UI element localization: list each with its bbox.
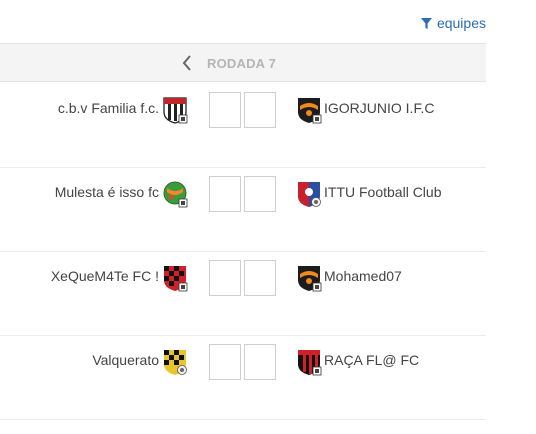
home-score-input[interactable] — [209, 92, 241, 128]
home-team-name: XeQueM4Te FC ! — [50, 268, 159, 284]
black-orange-shield-badge-icon — [296, 96, 322, 124]
match-row: Valquerato RAÇA FL@ FC — [0, 336, 486, 420]
round-title: RODADA 7 — [207, 56, 277, 71]
previous-round-button[interactable] — [180, 54, 194, 72]
away-score-input[interactable] — [244, 260, 276, 296]
home-score-input[interactable] — [209, 176, 241, 212]
filter-icon — [420, 17, 432, 29]
chevron-left-icon — [182, 55, 191, 71]
teams-filter-label: equipes — [436, 15, 486, 31]
striped-shield-badge-icon — [162, 96, 188, 124]
row-divider — [0, 419, 486, 420]
home-score-input[interactable] — [209, 260, 241, 296]
away-team-name: IGORJUNIO I.F.C — [324, 100, 435, 116]
match-row: XeQueM4Te FC ! Mohamed07 — [0, 252, 486, 336]
black-orange-shield-badge-icon — [296, 264, 322, 292]
away-score-input[interactable] — [244, 92, 276, 128]
green-orange-shield-badge-icon — [162, 180, 188, 208]
away-score-input[interactable] — [244, 176, 276, 212]
red-black-striped-badge-icon — [296, 348, 322, 376]
away-team-name: ITTU Football Club — [324, 184, 442, 200]
header-divider — [0, 81, 486, 82]
blue-red-shield-badge-icon — [296, 180, 322, 208]
away-score-input[interactable] — [244, 344, 276, 380]
home-team-name: Valquerato — [92, 352, 159, 368]
home-score-input[interactable] — [209, 344, 241, 380]
away-team-name: RAÇA FL@ FC — [324, 352, 420, 368]
match-row: c.b.v Familia f.c. IGORJUNIO I.F.C — [0, 84, 486, 168]
match-row: Mulesta é isso fc ITTU Football Club — [0, 168, 486, 252]
away-team-name: Mohamed07 — [324, 268, 402, 284]
home-team-name: c.b.v Familia f.c. — [57, 100, 159, 116]
yellow-black-checkered-badge-icon — [162, 348, 188, 376]
teams-filter-link[interactable]: equipes — [420, 14, 486, 32]
round-header: RODADA 7 — [0, 44, 486, 81]
red-black-checkered-badge-icon — [162, 264, 188, 292]
home-team-name: Mulesta é isso fc — [54, 184, 159, 200]
